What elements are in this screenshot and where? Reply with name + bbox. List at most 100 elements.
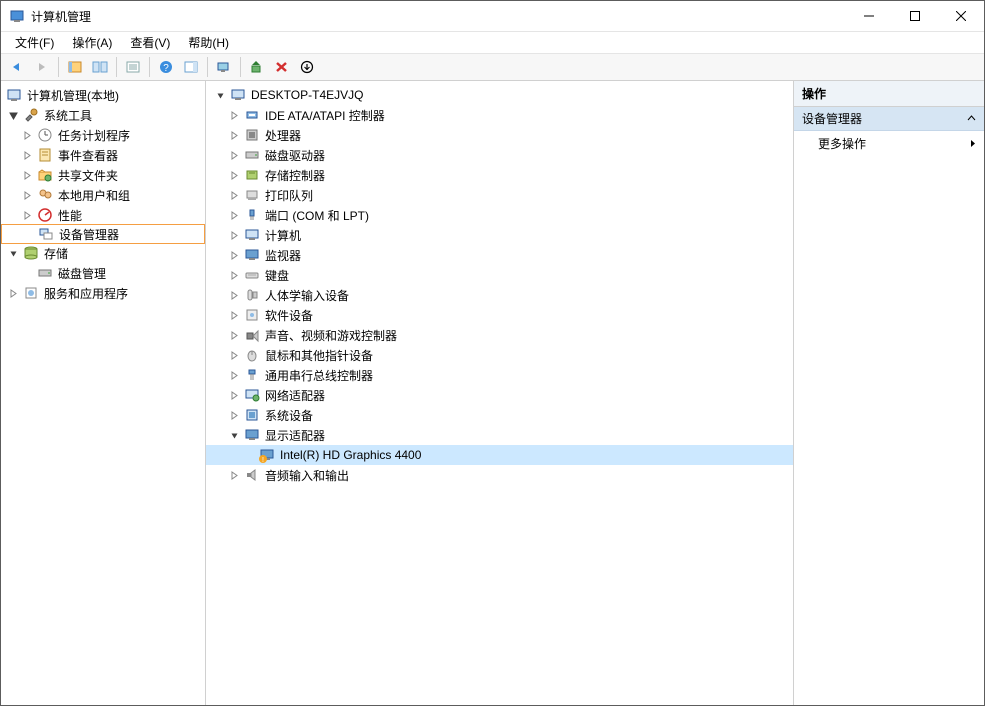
maximize-button[interactable] bbox=[892, 1, 938, 31]
tree-performance[interactable]: 性能 bbox=[1, 205, 205, 225]
chevron-right-icon[interactable] bbox=[227, 471, 241, 480]
tree-label: 设备管理器 bbox=[57, 226, 121, 243]
window-title: 计算机管理 bbox=[31, 8, 91, 25]
chevron-down-icon[interactable] bbox=[6, 111, 20, 120]
disable-device-button[interactable] bbox=[295, 56, 319, 78]
device-category-icon bbox=[244, 147, 260, 163]
chevron-right-icon[interactable] bbox=[227, 211, 241, 220]
chevron-down-icon[interactable] bbox=[213, 91, 227, 100]
tree-root-computer-management[interactable]: 计算机管理(本地) bbox=[1, 85, 205, 105]
device-category[interactable]: 存储控制器 bbox=[206, 165, 793, 185]
device-category[interactable]: 鼠标和其他指针设备 bbox=[206, 345, 793, 365]
device-category[interactable]: 键盘 bbox=[206, 265, 793, 285]
device-label: 软件设备 bbox=[263, 307, 315, 324]
chevron-down-icon[interactable] bbox=[227, 431, 241, 440]
device-category-display-adapters[interactable]: 显示适配器 bbox=[206, 425, 793, 445]
chevron-right-icon[interactable] bbox=[227, 111, 241, 120]
chevron-right-icon[interactable] bbox=[227, 251, 241, 260]
chevron-right-icon[interactable] bbox=[227, 171, 241, 180]
svg-text:!: ! bbox=[262, 457, 264, 463]
actions-more-label: 更多操作 bbox=[818, 135, 866, 152]
chevron-right-icon[interactable] bbox=[227, 411, 241, 420]
chevron-right-icon[interactable] bbox=[227, 311, 241, 320]
device-category[interactable]: 系统设备 bbox=[206, 405, 793, 425]
chevron-right-icon[interactable] bbox=[227, 231, 241, 240]
properties-button[interactable] bbox=[88, 56, 112, 78]
device-category-icon bbox=[244, 227, 260, 243]
device-category[interactable]: 计算机 bbox=[206, 225, 793, 245]
chevron-right-icon[interactable] bbox=[20, 211, 34, 220]
tree-services-apps[interactable]: 服务和应用程序 bbox=[1, 283, 205, 303]
actions-more[interactable]: 更多操作 bbox=[794, 131, 984, 156]
chevron-right-icon[interactable] bbox=[227, 131, 241, 140]
device-category-audio[interactable]: 音频输入和输出 bbox=[206, 465, 793, 485]
actions-section-device-manager[interactable]: 设备管理器 bbox=[794, 107, 984, 131]
chevron-right-icon[interactable] bbox=[20, 171, 34, 180]
menu-action[interactable]: 操作(A) bbox=[64, 32, 120, 53]
collapse-icon[interactable] bbox=[967, 114, 976, 123]
close-button[interactable] bbox=[938, 1, 984, 31]
device-category-icon bbox=[244, 307, 260, 323]
chevron-right-icon[interactable] bbox=[227, 151, 241, 160]
chevron-right-icon[interactable] bbox=[227, 331, 241, 340]
uninstall-device-button[interactable] bbox=[270, 56, 294, 78]
device-category[interactable]: IDE ATA/ATAPI 控制器 bbox=[206, 105, 793, 125]
tree-shared-folders[interactable]: 共享文件夹 bbox=[1, 165, 205, 185]
device-category-icon bbox=[244, 347, 260, 363]
help-button[interactable]: ? bbox=[154, 56, 178, 78]
device-label: IDE ATA/ATAPI 控制器 bbox=[263, 107, 387, 124]
action-pane-button[interactable] bbox=[179, 56, 203, 78]
svg-text:?: ? bbox=[163, 63, 169, 74]
device-intel-hd-4400[interactable]: ! Intel(R) HD Graphics 4400 bbox=[206, 445, 793, 465]
device-category[interactable]: 打印队列 bbox=[206, 185, 793, 205]
audio-icon bbox=[244, 467, 260, 483]
chevron-right-icon[interactable] bbox=[227, 391, 241, 400]
device-category[interactable]: 网络适配器 bbox=[206, 385, 793, 405]
device-label: 音频输入和输出 bbox=[263, 467, 351, 484]
chevron-right-icon[interactable] bbox=[227, 291, 241, 300]
minimize-button[interactable] bbox=[846, 1, 892, 31]
show-hide-tree-button[interactable] bbox=[63, 56, 87, 78]
chevron-right-icon[interactable] bbox=[20, 151, 34, 160]
device-category[interactable]: 磁盘驱动器 bbox=[206, 145, 793, 165]
device-category[interactable]: 软件设备 bbox=[206, 305, 793, 325]
storage-icon bbox=[23, 245, 39, 261]
tree-storage[interactable]: 存储 bbox=[1, 243, 205, 263]
actions-pane: 操作 设备管理器 更多操作 bbox=[794, 81, 984, 705]
chevron-right-icon[interactable] bbox=[227, 271, 241, 280]
device-category[interactable]: 端口 (COM 和 LPT) bbox=[206, 205, 793, 225]
chevron-right-icon[interactable] bbox=[20, 191, 34, 200]
device-category[interactable]: 人体学输入设备 bbox=[206, 285, 793, 305]
chevron-right-icon[interactable] bbox=[227, 371, 241, 380]
tree-system-tools[interactable]: 系统工具 bbox=[1, 105, 205, 125]
back-button[interactable] bbox=[5, 56, 29, 78]
menu-view[interactable]: 查看(V) bbox=[122, 32, 178, 53]
tree-event-viewer[interactable]: 事件查看器 bbox=[1, 145, 205, 165]
tree-device-manager[interactable]: 设备管理器 bbox=[1, 224, 205, 244]
scan-hardware-button[interactable] bbox=[212, 56, 236, 78]
tree-local-users[interactable]: 本地用户和组 bbox=[1, 185, 205, 205]
device-category[interactable]: 通用串行总线控制器 bbox=[206, 365, 793, 385]
device-category[interactable]: 监视器 bbox=[206, 245, 793, 265]
chevron-right-icon[interactable] bbox=[227, 191, 241, 200]
menu-file[interactable]: 文件(F) bbox=[7, 32, 62, 53]
chevron-right-icon[interactable] bbox=[6, 289, 20, 298]
forward-button[interactable] bbox=[30, 56, 54, 78]
tree-disk-management[interactable]: 磁盘管理 bbox=[1, 263, 205, 283]
event-icon bbox=[37, 147, 53, 163]
chevron-right-icon[interactable] bbox=[20, 131, 34, 140]
menu-help[interactable]: 帮助(H) bbox=[180, 32, 237, 53]
disk-icon bbox=[37, 265, 53, 281]
device-label: 网络适配器 bbox=[263, 387, 327, 404]
clock-icon bbox=[37, 127, 53, 143]
chevron-right-icon[interactable] bbox=[227, 351, 241, 360]
update-driver-button[interactable] bbox=[245, 56, 269, 78]
device-tree-pane: DESKTOP-T4EJVJQ IDE ATA/ATAPI 控制器 处理器 磁盘… bbox=[206, 81, 794, 705]
export-list-button[interactable] bbox=[121, 56, 145, 78]
device-root[interactable]: DESKTOP-T4EJVJQ bbox=[206, 85, 793, 105]
device-category[interactable]: 处理器 bbox=[206, 125, 793, 145]
chevron-down-icon[interactable] bbox=[6, 249, 20, 258]
computer-management-icon bbox=[6, 87, 22, 103]
device-category[interactable]: 声音、视频和游戏控制器 bbox=[206, 325, 793, 345]
tree-task-scheduler[interactable]: 任务计划程序 bbox=[1, 125, 205, 145]
